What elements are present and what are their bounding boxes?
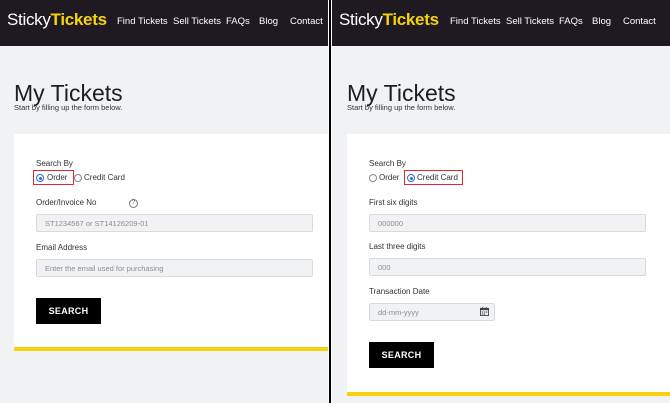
transaction-date-placeholder: dd-mm-yyyy [378,308,419,317]
search-button[interactable]: SEARCH [36,298,101,324]
top-nav: StickyTickets Find Tickets Sell Tickets … [332,0,670,46]
nav-faqs[interactable]: FAQs [226,16,250,27]
order-invoice-input[interactable]: ST1234567 or ST14126209-01 [36,214,313,232]
order-radio[interactable] [36,174,44,182]
order-invoice-label: Order/Invoice No [36,198,97,207]
order-invoice-placeholder: ST1234567 or ST14126209-01 [45,219,149,228]
transaction-date-label: Transaction Date [369,287,430,296]
credit-card-radio-label[interactable]: Credit Card [84,173,125,182]
site-logo[interactable]: StickyTickets [339,10,439,30]
right-panel: StickyTickets Find Tickets Sell Tickets … [332,0,670,403]
last-three-input[interactable]: 000 [369,258,646,276]
transaction-date-input[interactable]: dd-mm-yyyy [369,303,495,321]
left-panel: StickyTickets Find Tickets Sell Tickets … [0,0,328,403]
email-placeholder: Enter the email used for purchasing [45,264,164,273]
credit-card-radio[interactable] [74,174,82,182]
logo-text-sticky: Sticky [339,10,383,29]
help-icon[interactable]: ? [129,199,138,208]
card-accent-bar [347,392,670,396]
nav-find-tickets[interactable]: Find Tickets [117,16,168,27]
order-radio-label[interactable]: Order [47,173,67,182]
divider-line [329,0,331,403]
top-nav: StickyTickets Find Tickets Sell Tickets … [0,0,328,46]
nav-sell-tickets[interactable]: Sell Tickets [173,16,221,27]
last-three-placeholder: 000 [378,263,391,272]
first-six-input[interactable]: 000000 [369,214,646,232]
last-three-label: Last three digits [369,242,426,251]
nav-blog[interactable]: Blog [259,16,278,27]
first-six-placeholder: 000000 [378,219,404,228]
search-by-label: Search By [36,159,73,168]
card-accent-bar [14,347,328,351]
page-subtitle: Start by filling up the form below. [347,103,456,112]
nav-sell-tickets[interactable]: Sell Tickets [506,16,554,27]
nav-blog[interactable]: Blog [592,16,611,27]
logo-text-tickets: Tickets [50,10,107,29]
order-radio[interactable] [369,174,377,182]
nav-faqs[interactable]: FAQs [559,16,583,27]
credit-card-radio[interactable] [407,174,415,182]
email-label: Email Address [36,243,88,252]
email-input[interactable]: Enter the email used for purchasing [36,259,313,277]
logo-text-sticky: Sticky [7,10,51,29]
nav-contact[interactable]: Contact [623,16,656,27]
credit-card-radio-label[interactable]: Credit Card [417,173,458,182]
logo-text-tickets: Tickets [382,10,439,29]
nav-find-tickets[interactable]: Find Tickets [450,16,501,27]
page-subtitle: Start by filling up the form below. [14,103,123,112]
search-by-label: Search By [369,159,406,168]
search-form-card: Search By Order Credit Card First six di… [347,134,670,396]
search-button[interactable]: SEARCH [369,342,434,368]
order-radio-label[interactable]: Order [379,173,399,182]
first-six-label: First six digits [369,198,418,207]
nav-contact[interactable]: Contact [290,16,323,27]
search-form-card: Search By Order Credit Card Order/Invoic… [14,134,328,351]
calendar-icon[interactable] [480,307,489,316]
site-logo[interactable]: StickyTickets [7,10,107,30]
